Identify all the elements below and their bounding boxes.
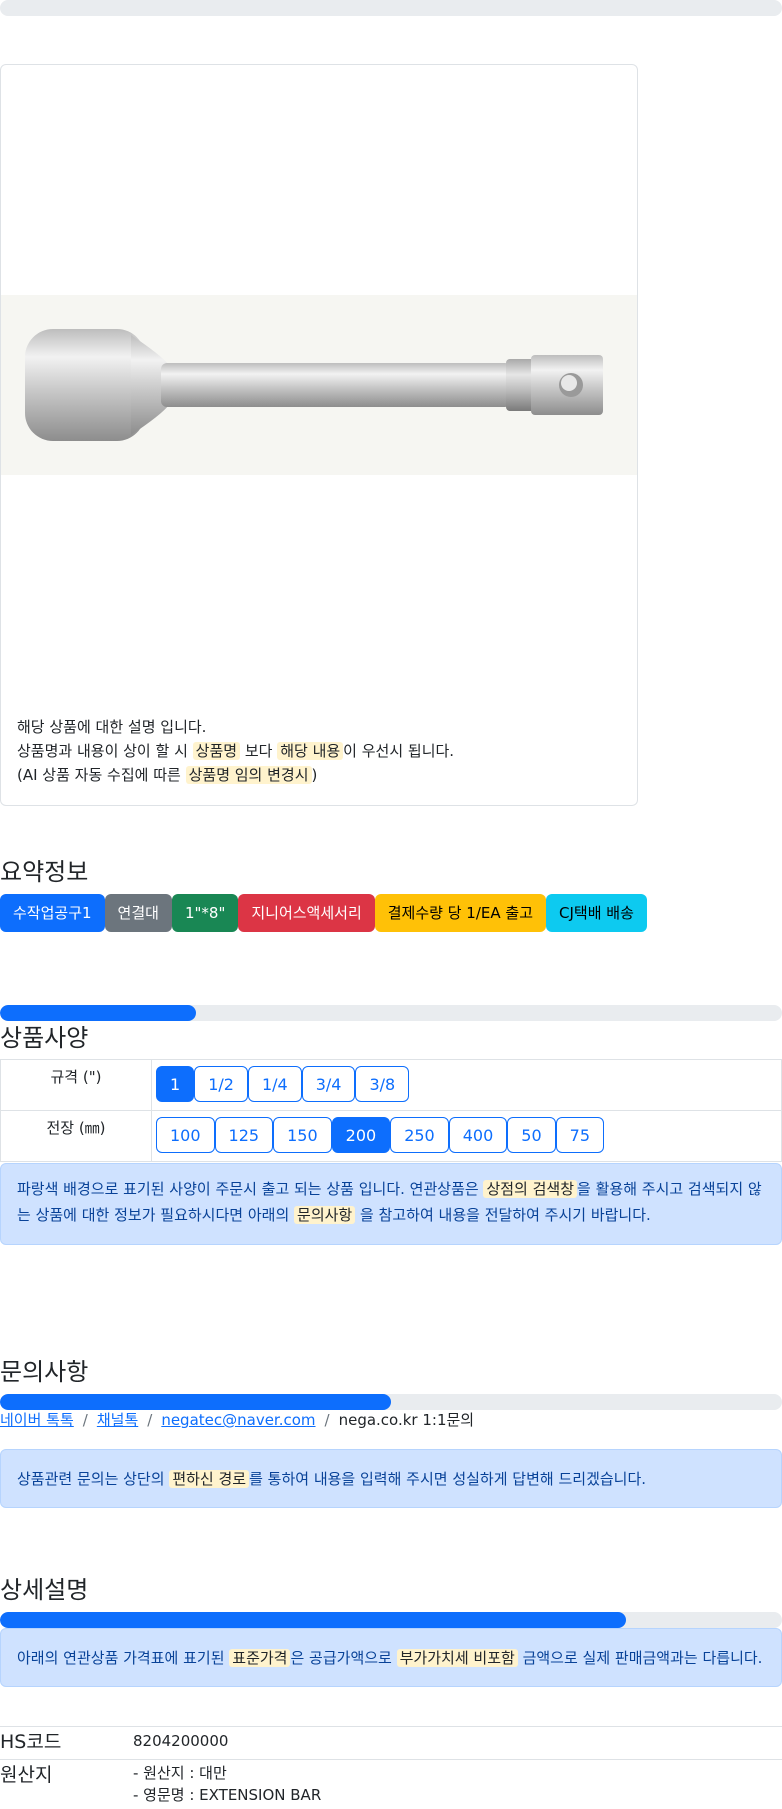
desc-text: 이 우선시 됩니다.	[343, 742, 455, 760]
separator: /	[82, 1411, 88, 1429]
desc-line-1: 해당 상품에 대한 설명 입니다.	[17, 718, 207, 736]
spec-progress-track	[0, 1005, 782, 1021]
detail-notice: 아래의 연관상품 가격표에 표기된 표준가격 은 공급가액으로 부가가치세 비포함…	[0, 1628, 782, 1687]
product-card: 해당 상품에 대한 설명 입니다. 상품명과 내용이 상이 할 시 상품명 보다…	[0, 64, 638, 806]
inquiry-progress-track	[0, 1394, 782, 1410]
spec-label: 전장 (㎜)	[0, 1110, 152, 1162]
highlight: 표준가격	[229, 1649, 291, 1667]
spec-options-cell: 100 125 150 200 250 400 50 75	[151, 1110, 782, 1162]
contact-links: 네이버 톡톡 / 채널톡 / negatec@naver.com / nega.co.kr …	[0, 1409, 474, 1430]
desc-text: 보다	[240, 742, 278, 760]
desc-line-3: (AI 상품 자동 수집에 따른 상품명 임의 변경시)	[17, 763, 454, 787]
spec-option-button[interactable]: 100	[156, 1117, 215, 1153]
desc-text: 상품명과 내용이 상이 할 시	[17, 742, 193, 760]
hs-code-row: HS코드 8204200000	[0, 1726, 782, 1760]
badge-category: 수작업공구1	[0, 894, 105, 932]
origin-label: 원산지	[0, 1764, 53, 1786]
notice-text: 상품관련 문의는 상단의	[17, 1470, 170, 1488]
inquiry-notice: 상품관련 문의는 상단의 편하신 경로 를 통하여 내용을 입력해 주시면 성실하…	[0, 1449, 782, 1508]
origin-country: - 원산지 : 대만	[133, 1764, 227, 1782]
spec-options: 100 125 150 200 250 400 50 75	[152, 1113, 781, 1159]
spec-option-button[interactable]: 400	[448, 1117, 508, 1153]
site-inquiry-text: nega.co.kr 1:1문의	[338, 1411, 475, 1429]
highlight: 부가가치세 비포함	[396, 1649, 518, 1667]
spec-row-size: 규격 (") 1 1/2 1/4 3/4 3/8	[0, 1059, 782, 1111]
notice-text: 아래의 연관상품 가격표에 표기된	[17, 1649, 230, 1667]
product-image	[1, 295, 637, 475]
origin-row: 원산지 - 원산지 : 대만 - 영문명 : EXTENSION BAR	[0, 1759, 782, 1809]
spec-option-button[interactable]: 1/2	[194, 1066, 248, 1102]
spec-row-length: 전장 (㎜) 100 125 150 200 250 400 50 75	[0, 1110, 782, 1162]
hs-code-label: HS코드	[0, 1731, 62, 1753]
spec-table: 규격 (") 1 1/2 1/4 3/4 3/8 전장 (㎜) 100 125 150 200…	[0, 1059, 782, 1162]
origin-english-name: - 영문명 : EXTENSION BAR	[133, 1786, 322, 1804]
notice-text: 은 공급가액으로	[290, 1649, 397, 1667]
badge-size: 1"*8"	[171, 894, 239, 932]
spec-option-button[interactable]: 3/8	[355, 1066, 410, 1102]
spec-option-button[interactable]: 50	[507, 1117, 556, 1153]
desc-text: (AI 상품 자동 수집에 따른	[17, 766, 186, 784]
channel-talk-link[interactable]: 채널톡	[97, 1411, 138, 1429]
summary-title: 요약정보	[0, 858, 89, 886]
desc-line-2: 상품명과 내용이 상이 할 시 상품명 보다 해당 내용 이 우선시 됩니다.	[17, 739, 454, 763]
desc-text: )	[311, 766, 318, 784]
spec-options-cell: 1 1/2 1/4 3/4 3/8	[151, 1059, 782, 1111]
spec-title: 상품사양	[0, 1024, 89, 1052]
highlight: 편하신 경로	[169, 1470, 250, 1488]
top-progress-track	[0, 0, 782, 16]
product-description: 해당 상품에 대한 설명 입니다. 상품명과 내용이 상이 할 시 상품명 보다…	[17, 715, 454, 787]
spec-notice: 파랑색 배경으로 표기된 사양이 주문시 출고 되는 상품 입니다. 연관상품은…	[0, 1163, 782, 1245]
origin-values: - 원산지 : 대만 - 영문명 : EXTENSION BAR	[133, 1762, 321, 1806]
badge-type: 연결대	[104, 894, 172, 932]
spec-option-button[interactable]: 3/4	[301, 1066, 356, 1102]
inquiry-title: 문의사항	[0, 1358, 89, 1386]
spec-option-button[interactable]: 1/4	[247, 1066, 302, 1102]
email-link[interactable]: negatec@naver.com	[161, 1411, 315, 1429]
spec-option-button[interactable]: 200	[331, 1117, 391, 1153]
detail-progress-track	[0, 1612, 782, 1628]
highlight: 상품명	[192, 742, 241, 760]
highlight: 상품명 임의 변경시	[185, 766, 312, 784]
notice-text: 금액으로 실제 판매금액과는 다릅니다.	[517, 1649, 763, 1667]
spec-option-button[interactable]: 1	[156, 1066, 195, 1102]
spec-option-button[interactable]: 125	[214, 1117, 274, 1153]
spec-option-button[interactable]: 250	[390, 1117, 449, 1153]
notice-text: 파랑색 배경으로 표기된 사양이 주문시 출고 되는 상품 입니다. 연관상품은	[17, 1180, 484, 1198]
detail-title: 상세설명	[0, 1576, 89, 1604]
separator: /	[324, 1411, 330, 1429]
badge-delivery: CJ택배 배송	[546, 894, 647, 932]
separator: /	[147, 1411, 153, 1429]
spec-option-button[interactable]: 150	[273, 1117, 332, 1153]
notice-text: 을 참고하여 내용을 전달하여 주시기 바랍니다.	[355, 1206, 651, 1224]
inquiry-progress-fill	[0, 1394, 391, 1410]
spec-label: 규격 (")	[0, 1059, 152, 1111]
spec-option-button[interactable]: 75	[555, 1117, 604, 1153]
highlight: 상점의 검색창	[483, 1180, 578, 1198]
badge-brand: 지니어스액세서리	[238, 894, 375, 932]
badge-shipping-qty: 결제수량 당 1/EA 출고	[374, 894, 546, 932]
highlight: 해당 내용	[277, 742, 344, 760]
summary-badges: 수작업공구1 연결대 1"*8" 지니어스액세서리 결제수량 당 1/EA 출고…	[0, 894, 647, 932]
hs-code-value: 8204200000	[133, 1732, 229, 1750]
notice-text: 를 통하여 내용을 입력해 주시면 성실하게 답변해 드리겠습니다.	[249, 1470, 647, 1488]
naver-talk-link[interactable]: 네이버 톡톡	[0, 1411, 74, 1429]
spec-options: 1 1/2 1/4 3/4 3/8	[152, 1062, 781, 1108]
detail-progress-fill	[0, 1612, 626, 1628]
highlight: 문의사항	[294, 1206, 356, 1224]
